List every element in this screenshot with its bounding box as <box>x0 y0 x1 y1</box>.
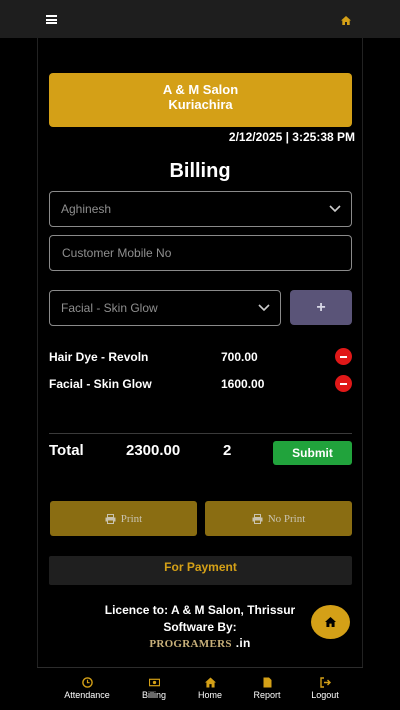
service-select[interactable]: Facial - Skin Glow <box>49 290 281 326</box>
item-name: Facial - Skin Glow <box>49 377 152 391</box>
no-print-button-label: No Print <box>267 512 306 525</box>
total-amount: 2300.00 <box>126 442 181 459</box>
nav-logout-label: Logout <box>311 690 339 700</box>
salon-card: A & M Salon Kuriachira <box>49 73 352 127</box>
chevron-down-icon <box>329 205 341 213</box>
nav-billing-label: Billing <box>141 690 166 700</box>
home-fab-button[interactable] <box>311 605 350 639</box>
print-button-label: Print <box>120 512 143 525</box>
brand-logo: PROGRAMERS .in <box>0 636 400 650</box>
for-payment-button[interactable]: For Payment <box>49 556 352 585</box>
no-print-button[interactable]: No Print <box>205 501 352 536</box>
remove-item-button[interactable] <box>335 348 352 365</box>
clock-icon <box>81 677 93 688</box>
chevron-down-icon <box>258 304 270 312</box>
top-bar <box>0 0 400 38</box>
brand-tld: .in <box>235 636 251 650</box>
printer-icon <box>252 513 263 524</box>
list-item: Hair Dye - Revoln 700.00 <box>49 347 352 367</box>
money-icon <box>148 678 160 687</box>
item-price: 700.00 <box>221 350 258 364</box>
add-service-button[interactable]: + <box>290 290 352 325</box>
nav-attendance-label: Attendance <box>64 690 110 700</box>
customer-mobile-input[interactable]: Customer Mobile No <box>49 235 352 271</box>
nav-report[interactable]: Report <box>237 668 297 710</box>
salon-location: Kuriachira <box>168 97 233 112</box>
item-name: Hair Dye - Revoln <box>49 350 149 364</box>
customer-mobile-placeholder: Customer Mobile No <box>62 246 172 260</box>
nav-home-label: Home <box>197 690 222 700</box>
item-price: 1600.00 <box>221 377 265 391</box>
bottom-nav: Attendance Billing Home Report Logout <box>37 667 363 710</box>
staff-select[interactable]: Aghinesh <box>49 191 352 227</box>
nav-report-label: Report <box>253 690 281 700</box>
divider <box>49 433 352 434</box>
hamburger-icon[interactable] <box>46 15 57 24</box>
service-select-value: Facial - Skin Glow <box>61 301 158 315</box>
home-icon[interactable] <box>341 16 351 25</box>
logout-icon <box>319 677 331 688</box>
page-title: Billing <box>169 160 231 182</box>
brand-name: PROGRAMERS <box>149 638 232 650</box>
home-icon <box>325 617 336 627</box>
total-label: Total <box>49 442 84 459</box>
submit-button[interactable]: Submit <box>273 441 352 465</box>
datetime-label: 2/12/2025 | 3:25:38 PM <box>228 130 355 144</box>
nav-home[interactable]: Home <box>180 668 240 710</box>
nav-billing[interactable]: Billing <box>124 668 184 710</box>
file-icon <box>263 677 271 688</box>
nav-logout[interactable]: Logout <box>295 668 355 710</box>
nav-attendance[interactable]: Attendance <box>57 668 117 710</box>
total-count: 2 <box>223 442 232 459</box>
salon-name: A & M Salon <box>162 82 239 97</box>
staff-select-value: Aghinesh <box>61 202 112 216</box>
print-button[interactable]: Print <box>50 501 197 536</box>
remove-item-button[interactable] <box>335 375 352 392</box>
home-icon <box>204 677 216 688</box>
printer-icon <box>105 513 116 524</box>
list-item: Facial - Skin Glow 1600.00 <box>49 374 352 394</box>
